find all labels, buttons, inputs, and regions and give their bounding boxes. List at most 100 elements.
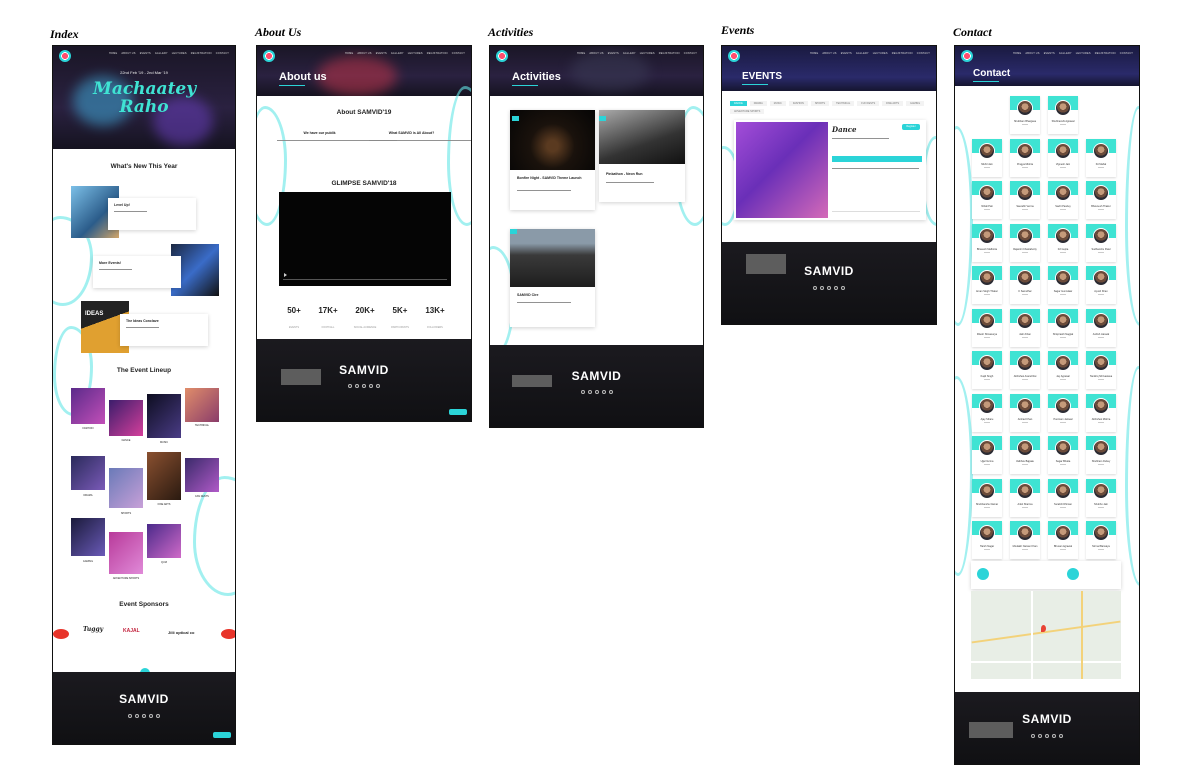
nav-contact[interactable]: CONTACT — [917, 52, 930, 55]
nav-home[interactable]: HOME — [109, 52, 117, 55]
lineup-technical[interactable] — [185, 388, 219, 422]
lineup-fan-fests[interactable] — [185, 458, 219, 492]
tab-gaming[interactable]: GAMING — [906, 101, 925, 106]
twitter-icon[interactable] — [362, 384, 366, 388]
samvid-logo[interactable] — [496, 50, 508, 62]
nav-registration[interactable]: REGISTRATION — [1095, 52, 1116, 55]
nav-contact[interactable]: CONTACT — [1120, 52, 1133, 55]
nav-contact[interactable]: CONTACT — [684, 52, 697, 55]
youtube-icon[interactable] — [1052, 734, 1056, 738]
youtube-icon[interactable] — [601, 390, 606, 394]
lineup-dance[interactable] — [109, 400, 143, 436]
lineup-quiz[interactable] — [147, 524, 181, 558]
twitter-icon[interactable] — [827, 286, 831, 290]
tab-adventure-sports[interactable]: ADVENTURE SPORTS — [730, 109, 765, 114]
nav-events[interactable]: EVENTS — [841, 52, 852, 55]
facebook-icon[interactable] — [355, 384, 359, 388]
samvid-logo[interactable] — [728, 50, 740, 62]
facebook-icon[interactable] — [587, 390, 592, 394]
tab-fashion[interactable]: FASHION — [788, 101, 808, 106]
nav-registration[interactable]: REGISTRATION — [191, 52, 212, 55]
facebook-icon[interactable] — [820, 286, 824, 290]
nav-gallery[interactable]: GALLERY — [856, 52, 869, 55]
instagram-icon[interactable] — [580, 390, 585, 394]
activity-card-samvid-cire[interactable]: SAMVID Cire ▬▬▬▬▬▬▬▬▬▬▬▬▬▬▬▬▬▬ — [510, 229, 595, 327]
tab-fun-fests[interactable]: FUN FESTS — [857, 101, 880, 106]
nav-about[interactable]: ABOUT US — [121, 52, 135, 55]
tab-sports[interactable]: SPORTS — [810, 101, 830, 106]
snapchat-icon[interactable] — [841, 286, 845, 290]
ideas-conclave-card[interactable]: The Ideas Conclave ▬▬▬▬▬▬▬▬▬▬▬ — [120, 314, 208, 346]
lineup-gaming[interactable] — [71, 518, 105, 556]
nav-contact[interactable]: CONTACT — [216, 52, 229, 55]
nav-events[interactable]: EVENTS — [140, 52, 151, 55]
register-float-button[interactable] — [213, 732, 231, 738]
tab-music[interactable]: MUSIC — [769, 101, 786, 106]
tab-fine-arts[interactable]: FINE ARTS — [882, 101, 904, 106]
youtube-icon[interactable] — [834, 286, 838, 290]
tab-dance[interactable]: DANCE — [730, 101, 747, 106]
youtube-icon[interactable] — [369, 384, 373, 388]
samvid-logo[interactable] — [961, 50, 973, 62]
nav-home[interactable]: HOME — [810, 52, 818, 55]
nav-home[interactable]: HOME — [577, 52, 585, 55]
location-map[interactable] — [971, 591, 1121, 679]
snapchat-icon[interactable] — [156, 714, 160, 718]
snapchat-icon[interactable] — [376, 384, 380, 388]
nav-lectures[interactable]: LECTURES — [408, 52, 423, 55]
nav-home[interactable]: HOME — [1013, 52, 1021, 55]
lineup-fashion[interactable] — [71, 388, 105, 424]
twitter-icon[interactable] — [142, 714, 146, 718]
activity-card-bonfire[interactable]: Bonfire Night - SAMVID Theme Launch ▬▬▬▬… — [510, 110, 595, 210]
level-up-card[interactable]: Level Up! ▬▬▬▬▬▬▬▬▬▬▬ — [108, 198, 196, 230]
nav-about[interactable]: ABOUT US — [357, 52, 371, 55]
lineup-drama[interactable] — [71, 456, 105, 490]
facebook-icon[interactable] — [135, 714, 139, 718]
nav-registration[interactable]: REGISTRATION — [427, 52, 448, 55]
nav-registration[interactable]: REGISTRATION — [892, 52, 913, 55]
nav-about[interactable]: ABOUT US — [1025, 52, 1039, 55]
nav-gallery[interactable]: GALLERY — [391, 52, 404, 55]
nav-gallery[interactable]: GALLERY — [1059, 52, 1072, 55]
event-register-button[interactable]: Register — [902, 124, 920, 130]
instagram-icon[interactable] — [128, 714, 132, 718]
instagram-icon[interactable] — [348, 384, 352, 388]
nav-lectures[interactable]: LECTURES — [1076, 52, 1091, 55]
nav-home[interactable]: HOME — [345, 52, 353, 55]
lineup-fine-arts[interactable] — [147, 452, 181, 500]
glimpse-video-player[interactable] — [279, 192, 451, 286]
play-icon[interactable] — [284, 273, 287, 277]
nav-gallery[interactable]: GALLERY — [623, 52, 636, 55]
tab-technical[interactable]: TECHNICAL — [832, 101, 855, 106]
snapchat-icon[interactable] — [1059, 734, 1063, 738]
facebook-icon[interactable] — [1038, 734, 1042, 738]
tab-drama[interactable]: DRAMA — [749, 101, 767, 106]
instagram-icon[interactable] — [1031, 734, 1035, 738]
twitter-icon[interactable] — [1045, 734, 1049, 738]
nav-about[interactable]: ABOUT US — [822, 52, 836, 55]
nav-lectures[interactable]: LECTURES — [640, 52, 655, 55]
instagram-icon[interactable] — [813, 286, 817, 290]
nav-events[interactable]: EVENTS — [1044, 52, 1055, 55]
nav-registration[interactable]: REGISTRATION — [659, 52, 680, 55]
snapchat-icon[interactable] — [608, 390, 613, 394]
nav-events[interactable]: EVENTS — [608, 52, 619, 55]
nav-events[interactable]: EVENTS — [376, 52, 387, 55]
nav-contact[interactable]: CONTACT — [452, 52, 465, 55]
lineup-sports[interactable] — [109, 468, 143, 508]
nav-about[interactable]: ABOUT US — [589, 52, 603, 55]
lineup-music[interactable] — [147, 394, 181, 438]
nav-lectures[interactable]: LECTURES — [873, 52, 888, 55]
nav-gallery[interactable]: GALLERY — [155, 52, 168, 55]
more-events-card[interactable]: More Events! ▬▬▬▬▬▬▬▬▬▬▬ — [93, 256, 181, 288]
register-float-button[interactable] — [449, 409, 467, 415]
activity-card-pinkathon[interactable]: Pinkathon - Neon Run ▬▬▬▬▬▬▬▬▬▬▬▬▬▬▬▬ — [599, 110, 685, 202]
nav-lectures[interactable]: LECTURES — [172, 52, 187, 55]
youtube-icon[interactable] — [149, 714, 153, 718]
samvid-logo[interactable] — [263, 50, 275, 62]
twitter-icon[interactable] — [594, 390, 599, 394]
event-accordion[interactable] — [832, 206, 920, 212]
event-rules-bar[interactable] — [832, 156, 922, 162]
samvid-logo[interactable] — [59, 50, 71, 62]
lineup-adventure-sports[interactable] — [109, 532, 143, 574]
